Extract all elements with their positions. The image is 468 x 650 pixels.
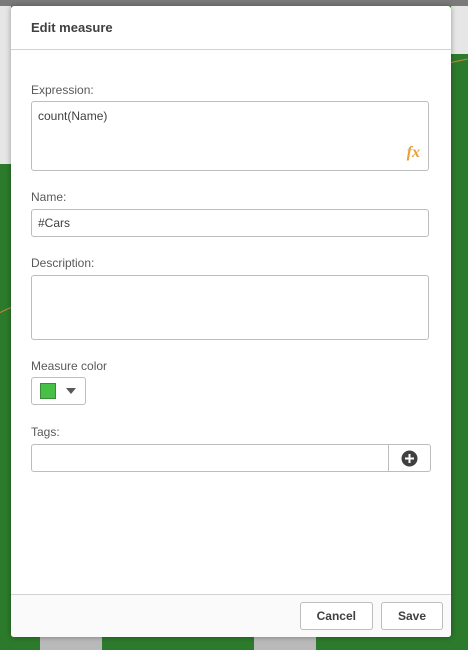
edit-measure-dialog: Edit measure Expression: count(Name) fx … (11, 6, 451, 637)
fx-icon[interactable]: fx (407, 144, 420, 162)
cancel-button[interactable]: Cancel (299, 602, 373, 630)
background-bar-gap (40, 637, 102, 650)
tags-input[interactable] (31, 444, 388, 472)
add-tag-button[interactable] (388, 444, 431, 472)
measure-color-label: Measure color (31, 359, 108, 373)
expression-field[interactable]: count(Name) fx (31, 101, 429, 171)
tags-row (31, 444, 431, 472)
dialog-footer: Cancel Save (11, 594, 451, 637)
dialog-body: Expression: count(Name) fx Name: #Cars D… (11, 50, 451, 594)
background-bar-gap (451, 6, 468, 54)
description-label: Description: (31, 256, 95, 270)
plus-circle-icon (401, 450, 418, 466)
expression-label: Expression: (31, 83, 94, 97)
tags-label: Tags: (31, 425, 60, 439)
name-label: Name: (31, 190, 67, 204)
dialog-header: Edit measure (11, 6, 451, 50)
name-field[interactable]: #Cars (31, 209, 429, 237)
background-bar-gap (0, 6, 11, 164)
color-swatch (40, 383, 56, 399)
description-field[interactable] (31, 275, 429, 340)
name-value: #Cars (38, 216, 71, 230)
background-bar-gap (254, 637, 316, 650)
chevron-down-icon (66, 388, 76, 394)
expression-value: count(Name) (38, 109, 108, 123)
save-button[interactable]: Save (380, 602, 443, 630)
measure-color-picker[interactable] (31, 377, 86, 405)
dialog-title: Edit measure (31, 20, 113, 35)
